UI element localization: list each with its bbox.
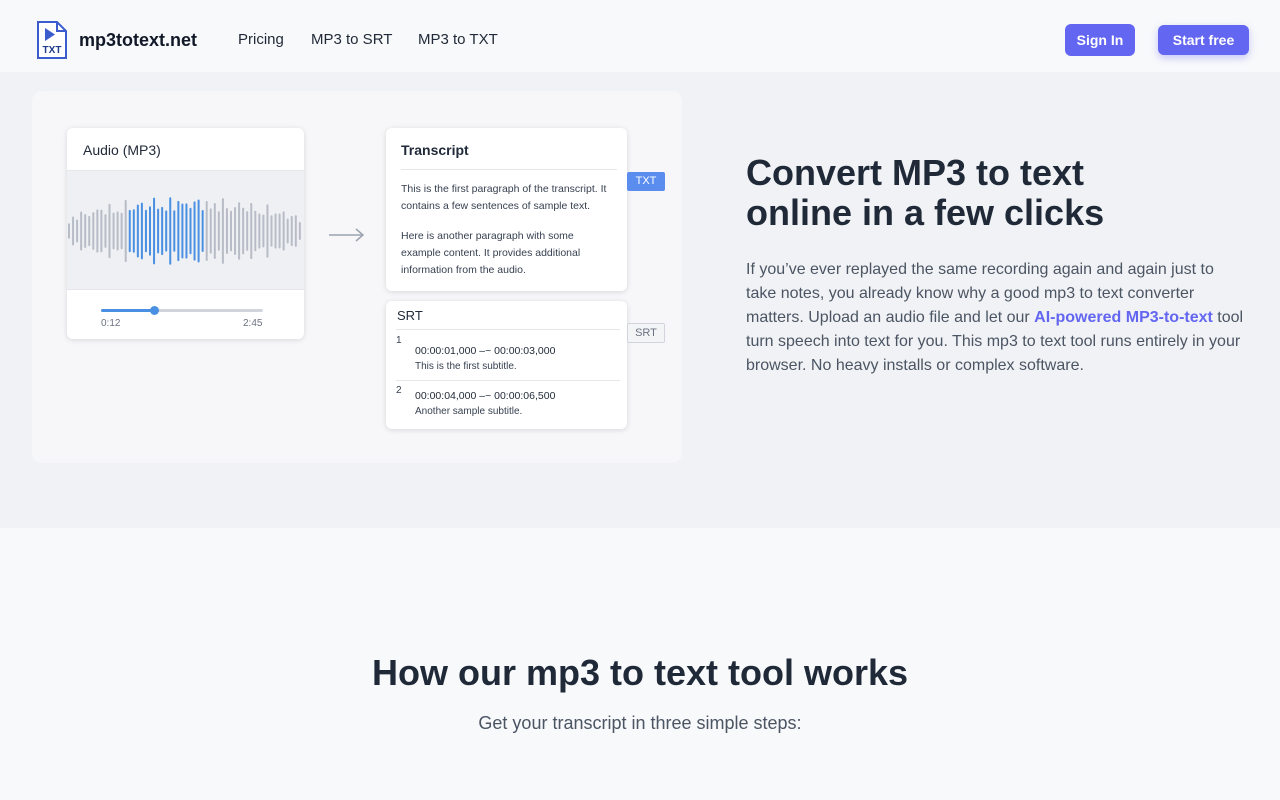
audio-progress-slider[interactable]	[101, 306, 263, 315]
txt-format-tag: TXT	[627, 172, 665, 191]
srt-format-tag: SRT	[627, 323, 665, 343]
nav-pricing[interactable]: Pricing	[238, 31, 284, 48]
srt-entry-text: Another sample subtitle.	[415, 406, 523, 417]
file-txt-logo-icon[interactable]: TXT	[36, 21, 67, 59]
total-time: 2:45	[243, 318, 263, 329]
srt-entry-number: 2	[396, 385, 402, 396]
audio-progress-fill	[101, 309, 155, 312]
transcript-paragraph: This is the first paragraph of the trans…	[401, 183, 607, 212]
ai-powered-link[interactable]: AI-powered MP3-to-text	[1034, 309, 1213, 326]
srt-entry-number: 1	[396, 335, 402, 346]
arrow-right-icon	[328, 226, 366, 244]
nav-mp3-to-txt[interactable]: MP3 to TXT	[418, 31, 498, 48]
hero-title: Convert MP3 to text online in a few clic…	[746, 153, 1166, 233]
nav-mp3-to-srt[interactable]: MP3 to SRT	[311, 31, 392, 48]
transcript-card: Transcript This is the first paragraph o…	[386, 128, 627, 291]
srt-entry-text: This is the first subtitle.	[415, 361, 517, 372]
audio-card-title: Audio (MP3)	[83, 142, 161, 158]
brand-name[interactable]: mp3totext.net	[79, 30, 197, 51]
waveform	[67, 170, 304, 290]
srt-entry-time: 00:00:04,000 –~ 00:00:06,500	[415, 390, 556, 402]
audio-progress-thumb[interactable]	[149, 306, 159, 315]
how-it-works-subtitle: Get your transcript in three simple step…	[478, 713, 802, 733]
site-header: TXT mp3totext.net Pricing MP3 to SRT MP3…	[0, 0, 1280, 72]
hero-description: If you’ve ever replayed the same recordi…	[746, 258, 1246, 378]
divider	[401, 169, 617, 170]
hero-title-line: Convert MP3 to text	[746, 152, 1085, 193]
srt-card: SRT 1 00:00:01,000 –~ 00:00:03,000 This …	[386, 301, 627, 429]
hero-title-line: online in a few clicks	[746, 192, 1105, 233]
audio-card: Audio (MP3) 0:12 2:45	[67, 128, 304, 339]
sign-in-button[interactable]: Sign In	[1065, 24, 1135, 56]
srt-title: SRT	[397, 308, 423, 323]
start-free-button[interactable]: Start free	[1158, 25, 1249, 55]
transcript-title: Transcript	[401, 142, 469, 158]
srt-entry-time: 00:00:01,000 –~ 00:00:03,000	[415, 345, 556, 357]
divider	[396, 380, 620, 381]
current-time: 0:12	[101, 318, 121, 329]
divider	[396, 329, 620, 330]
how-it-works-title: How our mp3 to text tool works	[371, 652, 909, 693]
logo-text: TXT	[43, 45, 62, 56]
transcript-paragraph: Here is another paragraph with some exam…	[401, 230, 581, 276]
